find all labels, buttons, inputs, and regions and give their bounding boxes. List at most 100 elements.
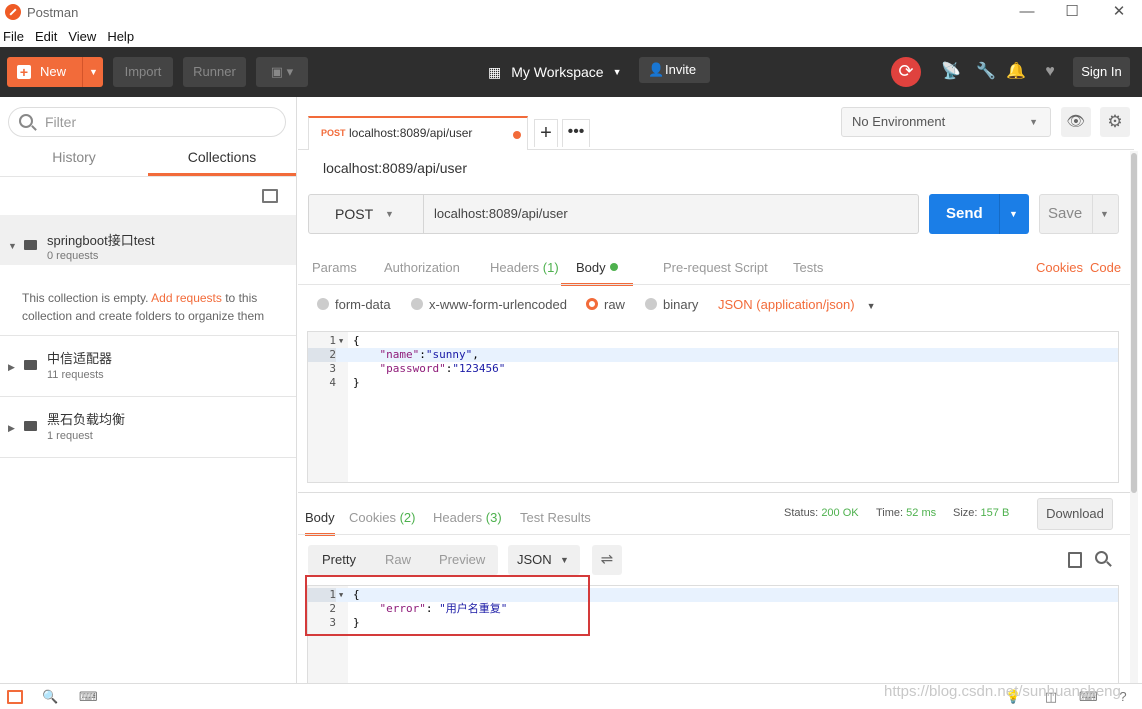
chevron-down-icon: ▼ xyxy=(385,209,394,219)
find-icon[interactable]: 🔍 xyxy=(42,690,58,704)
postman-logo-icon xyxy=(5,4,21,20)
tab-body[interactable]: Body xyxy=(561,260,633,286)
collection-name: 中信适配器 xyxy=(47,351,113,366)
content-type-select[interactable]: JSON (application/json) ▼ xyxy=(718,297,875,312)
response-tab-headers[interactable]: Headers (3) xyxy=(433,510,502,525)
chevron-down-icon[interactable]: ▼ xyxy=(89,57,98,87)
search-icon[interactable] xyxy=(1095,551,1108,564)
save-button[interactable]: Save ▼ xyxy=(1039,194,1119,234)
menu-file[interactable]: File xyxy=(3,29,24,44)
fold-icon[interactable]: ▼ xyxy=(339,334,343,348)
download-button[interactable]: Download xyxy=(1037,498,1113,530)
response-tab-test-results[interactable]: Test Results xyxy=(520,510,591,525)
radio-form-data[interactable]: form-data xyxy=(317,297,391,312)
chevron-down-icon: ▼ xyxy=(866,301,876,311)
response-time: Time: 52 ms xyxy=(876,507,937,519)
view-pretty[interactable]: Pretty xyxy=(322,552,356,567)
tab-pre-request-script[interactable]: Pre-request Script xyxy=(663,260,768,275)
chevron-down-icon[interactable]: ▼ xyxy=(1009,194,1018,234)
menu-bar: File Edit View Help xyxy=(0,26,1142,47)
new-button-label: New xyxy=(40,64,67,79)
view-preview[interactable]: Preview xyxy=(439,552,485,567)
collection-item[interactable]: ▶ 中信适配器 11 requests xyxy=(0,336,296,397)
code-line: 2 "name":"sunny", xyxy=(308,348,1118,362)
add-requests-link[interactable]: Add requests xyxy=(151,291,222,305)
collection-item[interactable]: ▼ springboot接口test 0 requests xyxy=(0,215,296,265)
radio-raw[interactable]: raw xyxy=(586,297,625,312)
wrap-lines-icon[interactable]: ⇌ xyxy=(592,545,622,575)
chevron-down-icon: ▼ xyxy=(612,67,622,77)
response-status: Status: 200 OK xyxy=(784,507,859,519)
collection-item[interactable]: ▶ 黑石负载均衡 1 request xyxy=(0,397,296,458)
invite-label: Invite xyxy=(665,62,697,77)
request-body-editor[interactable]: 1 ▼{ 2 "name":"sunny", 3 "password":"1234… xyxy=(307,331,1119,483)
satellite-icon[interactable]: 📡 xyxy=(940,61,962,83)
collection-name: 黑石负载均衡 xyxy=(47,412,126,427)
toggle-sidebar-icon[interactable] xyxy=(7,690,23,704)
chevron-right-icon[interactable]: ▶ xyxy=(8,362,15,373)
watermark: https://blog.csdn.net/sunhuansheng xyxy=(884,683,1121,700)
request-tab[interactable]: POST localhost:8089/api/user xyxy=(308,116,528,150)
chevron-down-icon[interactable]: ▼ xyxy=(8,241,17,251)
highlight-annotation-box xyxy=(305,575,590,636)
url-input[interactable]: localhost:8089/api/user xyxy=(424,194,919,234)
tab-headers[interactable]: Headers (1) xyxy=(490,260,559,275)
tab-params[interactable]: Params xyxy=(312,260,357,275)
chevron-right-icon[interactable]: ▶ xyxy=(8,423,15,434)
tab-authorization[interactable]: Authorization xyxy=(384,260,460,275)
tab-tests[interactable]: Tests xyxy=(793,260,823,275)
unsaved-dot-icon xyxy=(513,131,521,139)
tab-collections[interactable]: Collections xyxy=(148,149,296,176)
console-icon[interactable]: ⌨ xyxy=(79,690,98,704)
response-size: Size: 157 B xyxy=(953,507,1010,519)
minimize-button[interactable]: — xyxy=(1004,0,1050,26)
tab-history[interactable]: History xyxy=(0,149,148,176)
response-tab-cookies[interactable]: Cookies (2) xyxy=(349,510,415,525)
window-title: Postman xyxy=(27,5,79,20)
workspace-selector[interactable]: ▦ My Workspace ▼ xyxy=(488,57,621,87)
response-tab-body[interactable]: Body xyxy=(305,510,335,536)
view-raw[interactable]: Raw xyxy=(385,552,411,567)
new-button[interactable]: + New ▼ xyxy=(7,57,103,87)
response-format-select[interactable]: JSON ▼ xyxy=(508,545,580,575)
import-button[interactable]: Import xyxy=(113,57,173,87)
code-link[interactable]: Code xyxy=(1090,260,1121,275)
invite-button[interactable]: 👤 Invite xyxy=(639,57,710,83)
more-icon[interactable]: ••• xyxy=(562,119,590,147)
eye-icon[interactable]: 👁 xyxy=(1061,107,1091,137)
maximize-button[interactable]: ☐ xyxy=(1049,0,1095,26)
scrollbar-thumb[interactable] xyxy=(1131,153,1137,493)
gear-icon[interactable]: ⚙ xyxy=(1100,107,1130,137)
filter-input[interactable]: Filter xyxy=(8,107,286,137)
sidebar: Filter History Collections ▼ springboot接… xyxy=(0,97,297,683)
plus-icon: + xyxy=(17,65,31,79)
close-button[interactable]: ✕ xyxy=(1096,0,1142,26)
code-line: 1 ▼{ xyxy=(329,334,360,348)
menu-edit[interactable]: Edit xyxy=(35,29,57,44)
wrench-icon[interactable]: 🔧 xyxy=(975,61,997,83)
add-tab-button[interactable]: + xyxy=(534,119,558,147)
environment-select[interactable]: No Environment ▼ xyxy=(841,107,1051,137)
code-line: 4} xyxy=(329,376,360,389)
sign-in-button[interactable]: Sign In xyxy=(1073,57,1130,87)
method-select[interactable]: POST ▼ xyxy=(308,194,424,234)
send-button[interactable]: Send ▼ xyxy=(929,194,1029,234)
add-window-icon: ▣ ▾ xyxy=(270,64,294,79)
radio-x-www-form-urlencoded[interactable]: x-www-form-urlencoded xyxy=(411,297,567,312)
copy-icon[interactable] xyxy=(1068,552,1082,568)
menu-view[interactable]: View xyxy=(68,29,96,44)
active-dot-icon xyxy=(609,263,618,271)
sync-icon[interactable]: ⟳ xyxy=(891,57,921,87)
bell-icon[interactable]: 🔔 xyxy=(1005,61,1027,83)
empty-collection-message: This collection is empty. Add requests t… xyxy=(22,291,265,323)
new-collection-icon[interactable] xyxy=(262,189,278,203)
folder-icon xyxy=(24,421,37,431)
runner-button[interactable]: Runner xyxy=(183,57,246,87)
cookies-link[interactable]: Cookies xyxy=(1036,260,1083,275)
chevron-down-icon: ▼ xyxy=(560,555,569,565)
new-runner-window-button[interactable]: ▣ ▾ xyxy=(256,57,308,87)
heart-icon[interactable]: ♥ xyxy=(1039,61,1061,83)
radio-binary[interactable]: binary xyxy=(645,297,698,312)
chevron-down-icon[interactable]: ▼ xyxy=(1100,195,1109,233)
menu-help[interactable]: Help xyxy=(107,29,134,44)
